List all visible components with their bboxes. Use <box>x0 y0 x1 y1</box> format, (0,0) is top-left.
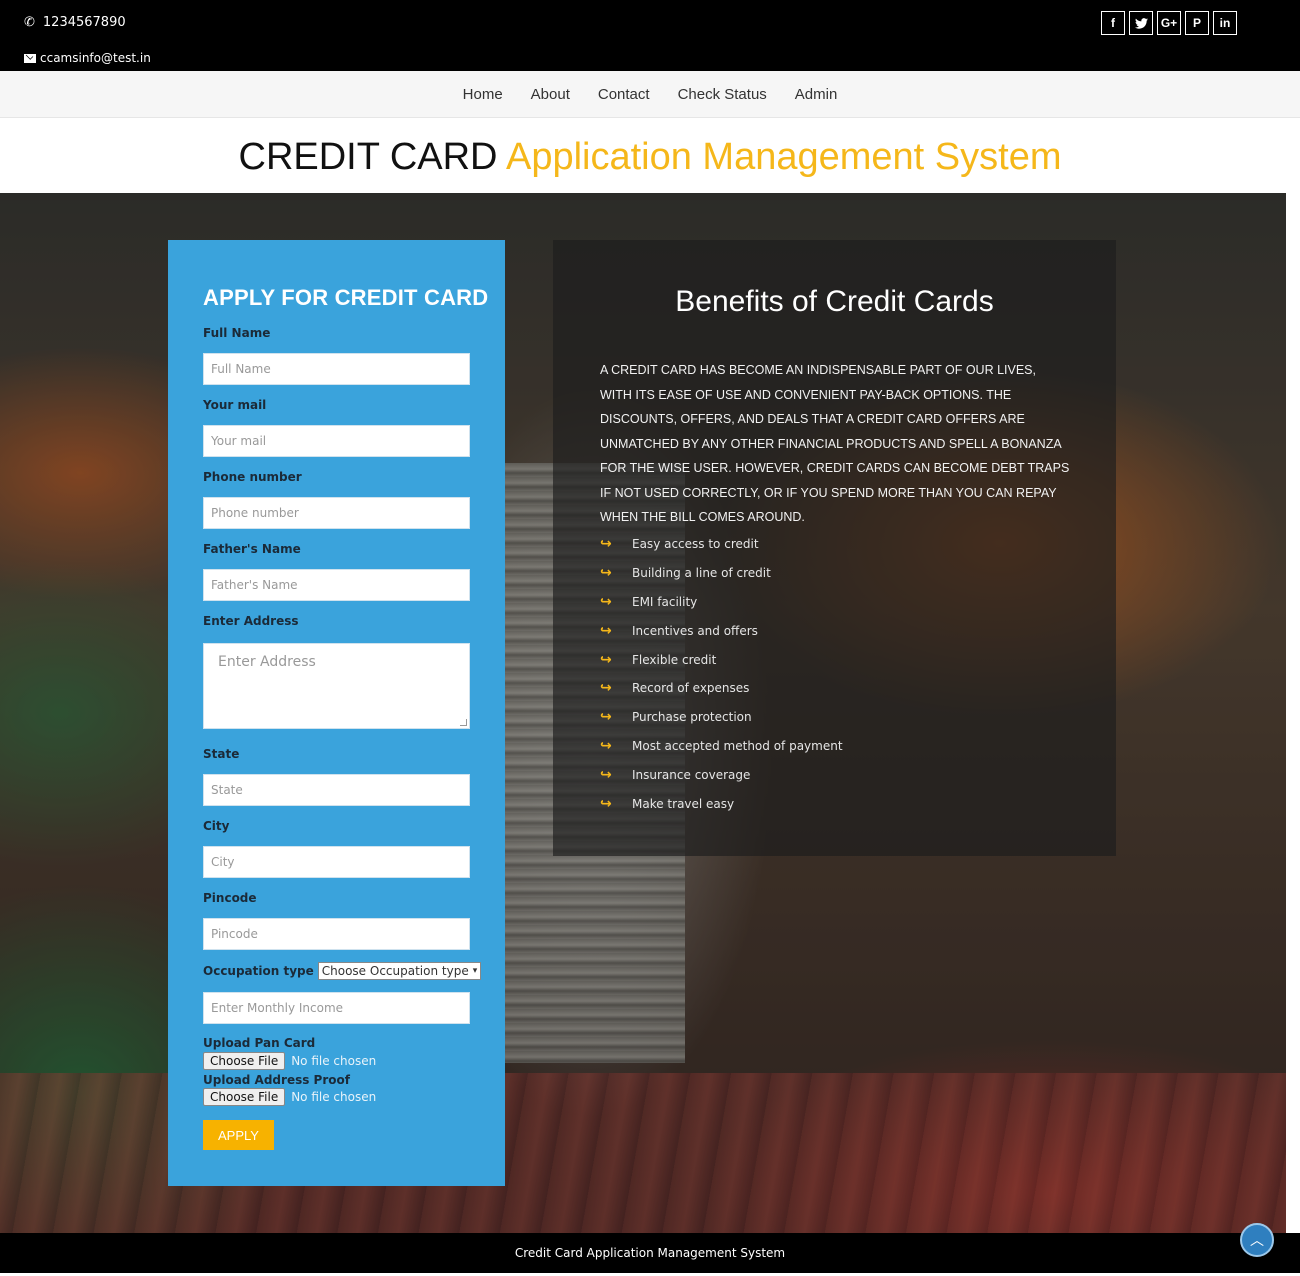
site-title-part2: Application Management System <box>505 136 1062 178</box>
chevron-up-icon: ︿ <box>1250 1233 1264 1249</box>
city-input[interactable]: City <box>203 846 470 878</box>
google-plus-icon[interactable]: G+ <box>1157 11 1181 35</box>
list-item: ↪ Record of expenses <box>600 674 843 703</box>
share-arrow-icon: ↪ <box>600 737 612 754</box>
resize-handle-icon[interactable] <box>460 719 467 726</box>
full-name-label: Full Name <box>203 326 271 340</box>
share-arrow-icon: ↪ <box>600 651 612 668</box>
footer-text: Credit Card Application Management Syste… <box>514 1246 786 1260</box>
list-item: ↪ Purchase protection <box>600 703 843 732</box>
pan-card-label: Upload Pan Card <box>203 1036 316 1050</box>
benefit-text: Flexible credit <box>632 652 717 667</box>
share-arrow-icon: ↪ <box>600 709 612 726</box>
phone-number: 1234567890 <box>42 15 126 30</box>
form-title: APPLY FOR CREDIT CARD <box>203 285 489 310</box>
benefit-text: Most accepted method of payment <box>632 738 843 753</box>
occupation-row: Occupation type Choose Occupation type ▾ <box>203 962 482 980</box>
linkedin-icon[interactable]: in <box>1213 11 1237 35</box>
benefit-text: Building a line of credit <box>632 566 771 581</box>
envelope-icon <box>24 53 36 63</box>
benefits-panel: Benefits of Credit Cards A credit card h… <box>553 240 1116 856</box>
list-item: ↪ Flexible credit <box>600 645 843 674</box>
list-item: ↪ Easy access to credit <box>600 530 843 559</box>
site-title: CREDIT CARD Application Management Syste… <box>0 130 1300 184</box>
scroll-to-top-button[interactable]: ︿ <box>1240 1223 1274 1257</box>
share-arrow-icon: ↪ <box>600 593 612 610</box>
nav-contact[interactable]: Contact <box>598 86 650 103</box>
share-arrow-icon: ↪ <box>600 795 612 812</box>
benefit-text: Record of expenses <box>632 681 750 696</box>
twitter-icon[interactable] <box>1129 11 1153 35</box>
list-item: ↪ Insurance coverage <box>600 760 843 789</box>
benefit-text: EMI facility <box>632 594 698 609</box>
address-proof-file-status: No file chosen <box>291 1090 377 1104</box>
pincode-label: Pincode <box>203 891 257 905</box>
full-name-input[interactable]: Full Name <box>203 353 470 385</box>
benefit-text: Purchase protection <box>632 710 752 725</box>
site-title-part1: CREDIT CARD <box>238 136 498 178</box>
occupation-selected-value: Choose Occupation type <box>321 964 469 978</box>
chevron-down-icon: ▾ <box>472 966 478 976</box>
pinterest-icon[interactable]: P <box>1185 11 1209 35</box>
address-proof-choose-file-button[interactable]: Choose File <box>203 1088 286 1106</box>
apply-button[interactable]: APPLY <box>203 1120 274 1150</box>
nav-check-status[interactable]: Check Status <box>678 86 767 103</box>
benefit-text: Easy access to credit <box>632 537 759 552</box>
main-nav: Home About Contact Check Status Admin <box>0 71 1300 118</box>
phone-input[interactable]: Phone number <box>203 497 470 529</box>
phone-icon: ✆ <box>24 15 35 30</box>
state-label: State <box>203 747 240 761</box>
nav-admin[interactable]: Admin <box>795 86 838 103</box>
address-placeholder: Enter Address <box>218 654 316 670</box>
occupation-label: Occupation type <box>203 964 314 978</box>
benefits-list: ↪ Easy access to credit ↪ Building a line … <box>600 530 843 818</box>
mail-label: Your mail <box>203 398 267 412</box>
pan-card-file-status: No file chosen <box>291 1054 377 1068</box>
city-label: City <box>203 819 230 833</box>
pan-card-choose-file-button[interactable]: Choose File <box>203 1052 286 1070</box>
pan-card-file-row: Choose File No file chosen <box>203 1052 376 1070</box>
share-arrow-icon: ↪ <box>600 622 612 639</box>
address-textarea[interactable]: Enter Address <box>203 643 470 729</box>
share-arrow-icon: ↪ <box>600 766 612 783</box>
share-arrow-icon: ↪ <box>600 565 612 582</box>
occupation-select[interactable]: Choose Occupation type ▾ <box>317 962 482 980</box>
list-item: ↪ Make travel easy <box>600 789 843 818</box>
monthly-income-input[interactable]: Enter Monthly Income <box>203 992 470 1024</box>
share-arrow-icon: ↪ <box>600 680 612 697</box>
benefit-text: Incentives and offers <box>632 623 758 638</box>
phone-label: Phone number <box>203 470 302 484</box>
contact-email: ccamsinfo@test.in <box>24 51 151 65</box>
nav-about[interactable]: About <box>531 86 570 103</box>
father-name-input[interactable]: Father's Name <box>203 569 470 601</box>
address-proof-label: Upload Address Proof <box>203 1073 350 1087</box>
email-address[interactable]: ccamsinfo@test.in <box>40 51 151 65</box>
apply-form: APPLY FOR CREDIT CARD Full Name Full Nam… <box>168 240 505 1186</box>
contact-phone: ✆ 1234567890 <box>24 15 126 30</box>
list-item: ↪ Incentives and offers <box>600 616 843 645</box>
nav-home[interactable]: Home <box>463 86 503 103</box>
social-links: f G+ P in <box>1101 11 1237 35</box>
footer: Credit Card Application Management Syste… <box>0 1233 1300 1273</box>
pincode-input[interactable]: Pincode <box>203 918 470 950</box>
benefit-text: Make travel easy <box>632 796 735 811</box>
benefits-title: Benefits of Credit Cards <box>675 285 994 318</box>
benefit-text: Insurance coverage <box>632 767 751 782</box>
list-item: ↪ EMI facility <box>600 588 843 617</box>
top-bar: ✆ 1234567890 ccamsinfo@test.in f G+ P in <box>0 0 1300 71</box>
list-item: ↪ Building a line of credit <box>600 559 843 588</box>
facebook-icon[interactable]: f <box>1101 11 1125 35</box>
list-item: ↪ Most accepted method of payment <box>600 732 843 761</box>
address-label: Enter Address <box>203 614 299 628</box>
address-proof-file-row: Choose File No file chosen <box>203 1088 376 1106</box>
share-arrow-icon: ↪ <box>600 536 612 553</box>
state-input[interactable]: State <box>203 774 470 806</box>
benefits-paragraph: A credit card has become an indispensabl… <box>600 363 1070 524</box>
father-name-label: Father's Name <box>203 542 301 556</box>
mail-input[interactable]: Your mail <box>203 425 470 457</box>
